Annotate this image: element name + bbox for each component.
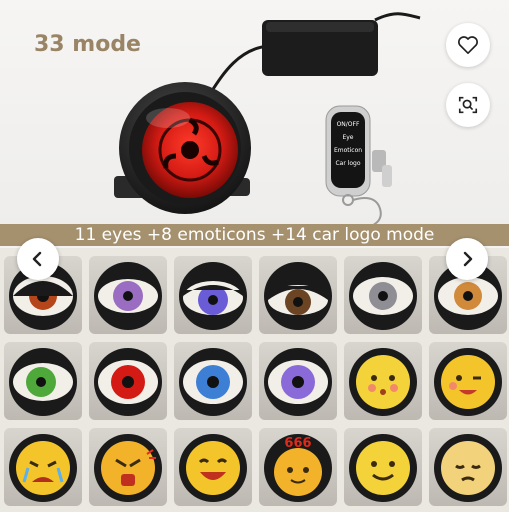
chevron-right-icon	[463, 251, 473, 267]
carousel-next-button[interactable]	[446, 238, 488, 280]
thumbnail-eye-green[interactable]	[4, 342, 82, 420]
wishlist-button[interactable]	[446, 23, 490, 67]
thumbnail-emoticon-sleepy[interactable]	[429, 428, 507, 506]
thumbnail-caption-666: 666	[284, 436, 312, 451]
heart-icon	[458, 36, 478, 54]
thumbnail-eye-blue[interactable]	[174, 342, 252, 420]
thumbnail-eye-red[interactable]	[89, 342, 167, 420]
thumbnail-emoticon-666[interactable]: 666	[259, 428, 337, 506]
mode-count-title: 33 mode	[34, 32, 141, 57]
image-search-button[interactable]	[446, 83, 490, 127]
thumbnail-emoticon-laughing[interactable]	[174, 428, 252, 506]
thumbnail-emoticon-crying[interactable]	[4, 428, 82, 506]
thumbnail-eye-purple[interactable]	[259, 342, 337, 420]
thumbnail-eye-gray[interactable]	[344, 256, 422, 334]
thumbnail-emoticon-angry[interactable]	[89, 428, 167, 506]
modes-banner: 11 eyes +8 emoticons +14 car logo mode	[0, 224, 509, 246]
thumbnail-eye-dark-brown[interactable]	[259, 256, 337, 334]
carousel-prev-button[interactable]	[17, 238, 59, 280]
camera-search-icon	[458, 96, 478, 114]
thumbnail-emoticon-kiss[interactable]	[344, 342, 422, 420]
remote-label-eye: Eye	[342, 134, 354, 141]
product-hero-image: 33 mode ON/OFF Eye Emoticon Car logo	[0, 0, 509, 228]
remote-label-power: ON/OFF	[336, 121, 360, 128]
thumbnail-emoticon-wink[interactable]	[429, 342, 507, 420]
remote-label-emoticon: Emoticon	[333, 147, 363, 154]
remote-label-car-logo: Car logo	[335, 160, 361, 167]
thumbnail-eye-blue-violet[interactable]	[174, 256, 252, 334]
thumbnail-emoticon-smile[interactable]	[344, 428, 422, 506]
chevron-left-icon	[32, 251, 42, 267]
thumbnail-eye-violet[interactable]	[89, 256, 167, 334]
